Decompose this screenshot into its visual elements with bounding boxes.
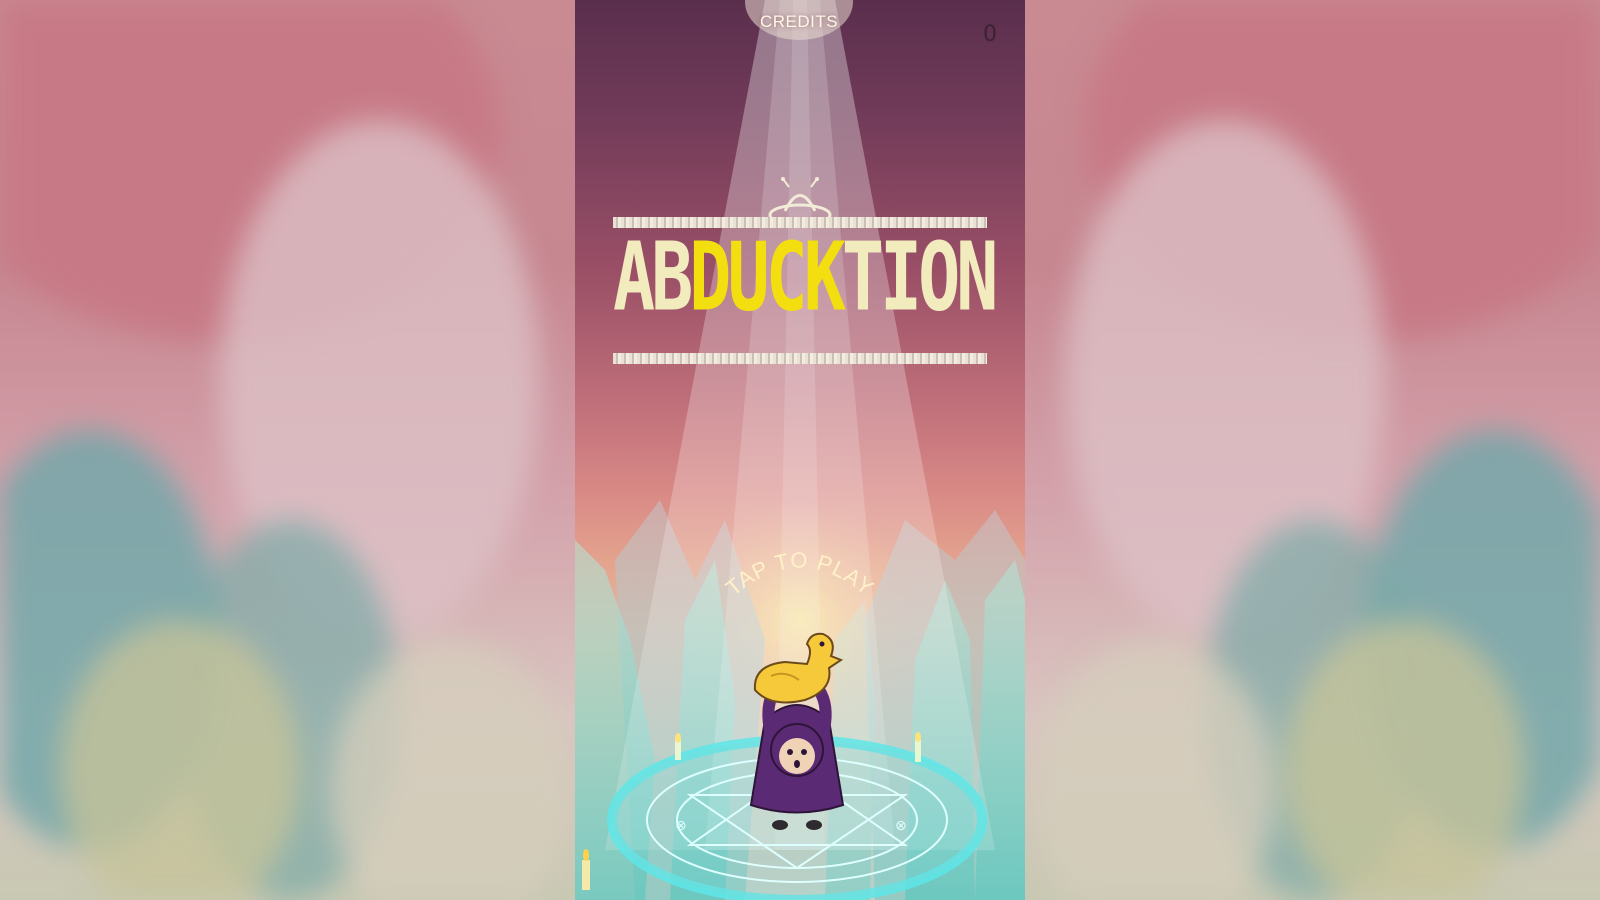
blurred-backdrop-left <box>0 0 575 900</box>
tap-to-play-label: TAP TO PLAY <box>721 547 878 600</box>
screen: ⊗ ⊗ ABDUCKTION TAP TO PLAY CREDITS 0 <box>0 0 1600 900</box>
score-counter: 0 <box>983 22 997 47</box>
blurred-backdrop-right <box>1025 0 1600 900</box>
svg-text:TAP TO PLAY: TAP TO PLAY <box>721 547 879 600</box>
tap-to-play-prompt[interactable]: TAP TO PLAY <box>575 0 1025 900</box>
game-viewport[interactable]: ⊗ ⊗ ABDUCKTION TAP TO PLAY CREDITS 0 <box>575 0 1025 900</box>
